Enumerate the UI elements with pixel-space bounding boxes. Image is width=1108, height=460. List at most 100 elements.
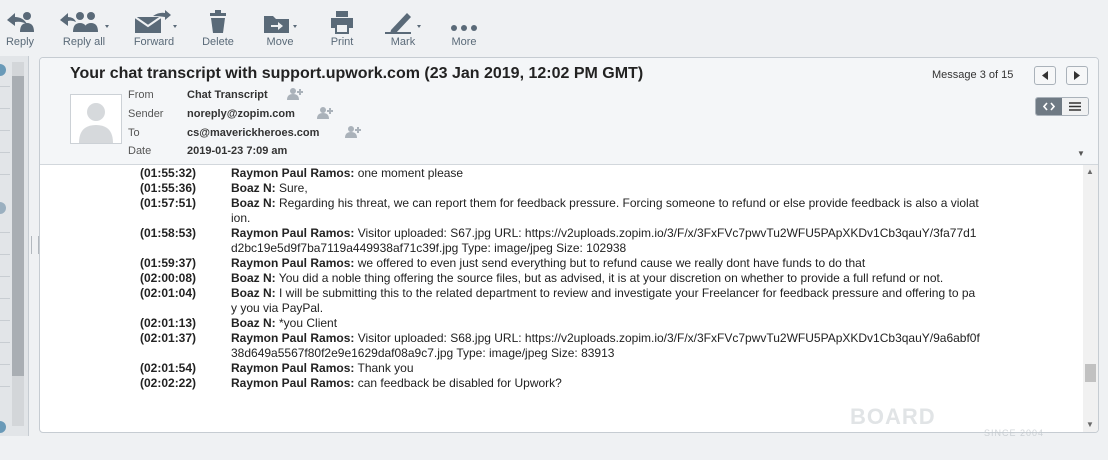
chat-message: Raymon Paul Ramos: Visitor uploaded: S67… <box>231 226 980 256</box>
chat-timestamp: (02:01:54) <box>140 361 197 375</box>
chat-text: can feedback be disabled for Upwork? <box>354 376 562 390</box>
chat-line: (02:02:22) Raymon Paul Ramos: can feedbac… <box>140 376 980 391</box>
add-contact-icon[interactable] <box>287 87 305 101</box>
chat-author: Boaz N: <box>231 271 276 285</box>
chat-text: Regarding his threat, we can report them… <box>231 196 979 225</box>
chat-message: Raymon Paul Ramos: Thank you <box>231 361 980 376</box>
message-body: (01:55:32) Raymon Paul Ramos: one moment … <box>40 165 1080 432</box>
folder-move-icon <box>264 16 297 33</box>
reply-all-label: Reply all <box>62 36 106 48</box>
mark-button[interactable]: Mark <box>382 6 424 48</box>
toggle-source-view[interactable] <box>1036 98 1062 115</box>
next-message-button[interactable] <box>1066 66 1088 85</box>
chat-timestamp: (01:57:51) <box>140 196 197 210</box>
folder-scroll-thumb[interactable] <box>12 76 24 376</box>
reply-all-button[interactable]: Reply all <box>56 6 112 48</box>
chat-author: Raymon Paul Ramos: <box>231 331 355 345</box>
sender-avatar <box>70 94 122 144</box>
expand-header-icon[interactable]: ▼ <box>1077 149 1085 158</box>
folder-list-pane <box>0 56 29 436</box>
chat-author: Boaz N: <box>231 286 276 300</box>
chat-timestamp: (02:01:37) <box>140 331 197 345</box>
delete-button[interactable]: Delete <box>198 6 238 48</box>
arrow-right-icon <box>1074 71 1080 80</box>
chat-message: Raymon Paul Ramos: can feedback be disab… <box>231 376 980 391</box>
chat-timestamp: (02:01:13) <box>140 316 197 330</box>
message-scroll-thumb[interactable] <box>1085 364 1096 382</box>
person-placeholder-icon <box>79 103 113 143</box>
chat-author: Raymon Paul Ramos: <box>231 361 355 375</box>
chat-message: Raymon Paul Ramos: one moment please <box>231 166 980 181</box>
scroll-up-icon[interactable]: ▲ <box>1086 167 1094 176</box>
chat-line: (02:01:04) Boaz N: I will be submitting t… <box>140 286 980 316</box>
forward-button[interactable]: Forward <box>128 6 180 48</box>
status-dot <box>0 421 6 433</box>
chat-line: (01:58:53) Raymon Paul Ramos: Visitor upl… <box>140 226 980 256</box>
message-header: Your chat transcript with support.upwork… <box>40 58 1098 165</box>
chat-timestamp: (02:00:08) <box>140 271 197 285</box>
chat-text: I will be submitting this to the related… <box>231 286 976 315</box>
reply-all-icon <box>60 12 109 32</box>
move-label: Move <box>266 36 294 48</box>
more-label: More <box>451 36 477 48</box>
trash-icon <box>210 10 226 33</box>
watermark-tagline: SINCE 2004 <box>984 428 1045 438</box>
chat-author: Raymon Paul Ramos: <box>231 376 355 390</box>
chat-line: (01:59:37) Raymon Paul Ramos: we offered … <box>140 256 980 271</box>
chat-author: Raymon Paul Ramos: <box>231 256 355 270</box>
chat-line: (02:01:13) Boaz N: *you Client <box>140 316 980 331</box>
add-contact-icon[interactable] <box>317 106 335 120</box>
sender-label: Sender <box>128 108 164 120</box>
reply-button[interactable]: Reply <box>2 6 38 48</box>
to-value[interactable]: cs@maverickheroes.com <box>187 127 319 139</box>
chat-timestamp: (01:58:53) <box>140 226 197 240</box>
chat-author: Boaz N: <box>231 196 276 210</box>
to-label: To <box>128 127 140 139</box>
chat-author: Raymon Paul Ramos: <box>231 166 355 180</box>
folder-scrollbar[interactable] <box>12 62 24 426</box>
chat-message: Boaz N: You did a noble thing offering t… <box>231 271 980 286</box>
mail-toolbar: Reply Reply all Forward Delete Move Prin… <box>0 0 1108 56</box>
chat-timestamp: (01:59:37) <box>140 256 197 270</box>
add-contact-icon[interactable] <box>345 125 363 139</box>
header-view-toggle <box>1035 97 1089 116</box>
watermark-logo: BOARD <box>850 404 936 429</box>
forward-icon <box>134 10 177 33</box>
chat-message: Raymon Paul Ramos: we offered to even ju… <box>231 256 980 271</box>
mark-label: Mark <box>390 36 416 48</box>
scroll-down-icon[interactable]: ▼ <box>1086 420 1094 429</box>
print-button[interactable]: Print <box>322 6 362 48</box>
chat-line: (02:00:08) Boaz N: You did a noble thing … <box>140 271 980 286</box>
chat-line: (01:57:51) Boaz N: Regarding his threat, … <box>140 196 980 226</box>
message-counter: Message 3 of 15 <box>932 69 1014 81</box>
more-dots-icon <box>451 25 477 31</box>
chat-message: Boaz N: *you Client <box>231 316 980 331</box>
toggle-list-view[interactable] <box>1062 98 1088 115</box>
chat-author: Raymon Paul Ramos: <box>231 226 355 240</box>
message-subject: Your chat transcript with support.upwork… <box>70 65 644 82</box>
status-dot <box>0 202 6 214</box>
from-value[interactable]: Chat Transcript <box>187 89 268 101</box>
chat-message: Boaz N: Sure, <box>231 181 980 196</box>
more-button[interactable]: More <box>444 6 484 48</box>
move-button[interactable]: Move <box>260 6 300 48</box>
chat-text: we offered to even just send everything … <box>354 256 866 270</box>
date-value: 2019-01-23 7:09 am <box>187 145 288 157</box>
code-brackets-icon <box>1043 102 1055 111</box>
chat-line: (02:01:37) Raymon Paul Ramos: Visitor upl… <box>140 331 980 361</box>
chat-text: Thank you <box>354 361 414 375</box>
chat-author: Boaz N: <box>231 181 276 195</box>
sender-value[interactable]: noreply@zopim.com <box>187 108 295 120</box>
pen-mark-icon <box>385 13 421 34</box>
pane-resize-handle[interactable] <box>31 236 39 254</box>
reply-label: Reply <box>5 36 35 48</box>
previous-message-button[interactable] <box>1034 66 1056 85</box>
chat-text: *you Client <box>275 316 338 330</box>
chat-timestamp: (01:55:36) <box>140 181 197 195</box>
chat-line: (01:55:36) Boaz N: Sure, <box>140 181 980 196</box>
message-scrollbar[interactable]: ▲ ▼ <box>1083 165 1098 432</box>
chat-author: Boaz N: <box>231 316 276 330</box>
chat-text: You did a noble thing offering the sourc… <box>275 271 944 285</box>
printer-icon <box>331 11 353 34</box>
arrow-left-icon <box>1042 71 1048 80</box>
